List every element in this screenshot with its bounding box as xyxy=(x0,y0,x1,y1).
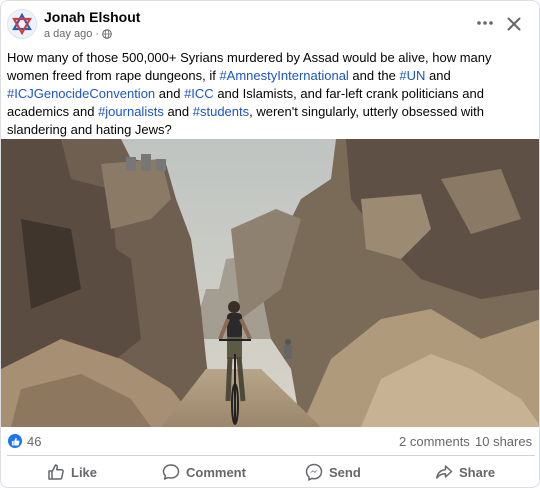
comment-label: Comment xyxy=(186,464,246,480)
post-actions: Like Comment Send Share xyxy=(1,457,539,487)
like-label: Like xyxy=(71,464,98,480)
comments-count[interactable]: 2 comments xyxy=(399,434,470,449)
globe-icon xyxy=(102,29,112,39)
post-text-segment: and the xyxy=(348,68,400,83)
share-label: Share xyxy=(459,464,496,480)
star-of-david-icon xyxy=(12,13,32,35)
post-header: Jonah Elshout a day ago · xyxy=(1,1,539,47)
share-icon xyxy=(436,465,453,479)
close-button[interactable] xyxy=(501,11,527,37)
post-text-segment: and xyxy=(163,104,193,119)
thumbs-up-outline-icon xyxy=(48,464,64,480)
share-button[interactable]: Share xyxy=(435,459,495,485)
post-text-segment: and xyxy=(155,86,185,101)
hashtag-link[interactable]: #journalists xyxy=(98,104,164,119)
post-stats: 46 2 comments 10 shares xyxy=(1,429,539,455)
comment-button[interactable]: Comment xyxy=(162,459,246,485)
post-text: How many of those 500,000+ Syrians murde… xyxy=(7,49,527,139)
pedestrian xyxy=(284,339,292,359)
send-label: Send xyxy=(329,464,361,480)
more-options-button[interactable] xyxy=(471,11,499,35)
thumbs-up-icon xyxy=(11,437,20,446)
post-card: Jonah Elshout a day ago · How many of th… xyxy=(0,0,540,488)
reaction-count[interactable]: 46 xyxy=(27,434,41,449)
like-button[interactable]: Like xyxy=(47,459,97,485)
hashtag-link[interactable]: #ICC xyxy=(184,86,214,101)
post-photo[interactable] xyxy=(1,139,540,427)
hashtag-link[interactable]: #AmnestyInternational xyxy=(219,68,348,83)
hashtag-link[interactable]: #students xyxy=(193,104,249,119)
close-icon xyxy=(507,17,521,31)
avatar[interactable] xyxy=(7,9,37,39)
shares-count[interactable]: 10 shares xyxy=(475,434,532,449)
messenger-icon xyxy=(305,463,323,481)
timestamp[interactable]: a day ago xyxy=(44,28,92,40)
hashtag-link[interactable]: #UN xyxy=(399,68,425,83)
meta-separator: · xyxy=(95,28,99,40)
post-meta: a day ago · xyxy=(44,28,112,40)
like-reaction-icon[interactable] xyxy=(8,434,22,448)
hashtag-link[interactable]: #ICJGenocideConvention xyxy=(7,86,155,101)
post-text-segment: and xyxy=(425,68,451,83)
comment-icon xyxy=(162,464,180,480)
divider xyxy=(7,455,535,456)
author-name[interactable]: Jonah Elshout xyxy=(44,9,140,25)
more-horizontal-icon xyxy=(477,21,493,25)
send-button[interactable]: Send xyxy=(305,459,361,485)
